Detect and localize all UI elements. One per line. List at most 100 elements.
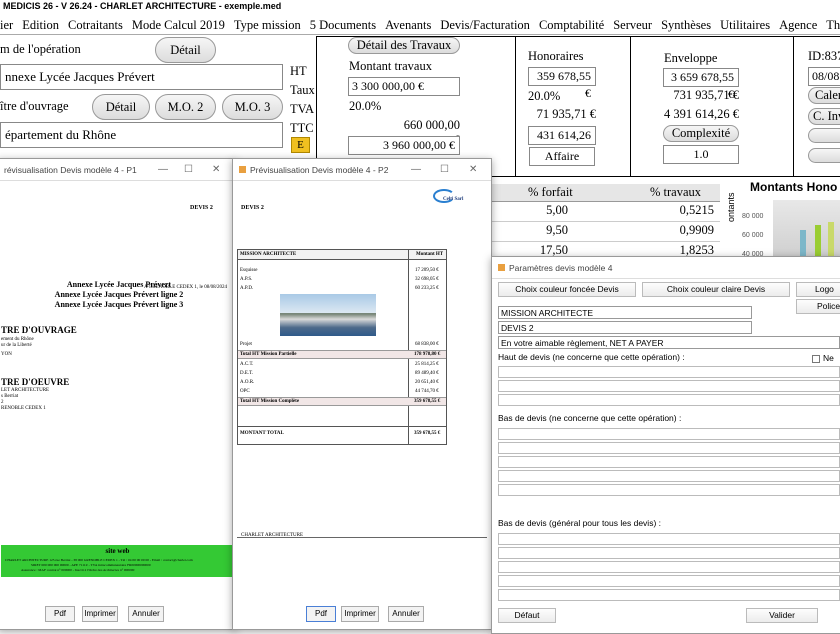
complexite-value[interactable]: 1.0 (663, 145, 739, 164)
taux-label: Taux (290, 83, 315, 97)
bas-line-2[interactable] (498, 442, 840, 454)
menu-utilitaires[interactable]: Utilitaires (720, 18, 770, 32)
enveloppe-ht: 3 659 678,55 € (663, 68, 739, 101)
id-label: ID:837 (808, 49, 840, 63)
mo3-button[interactable]: M.O. 3 (222, 94, 283, 120)
row-label: A.O.R. (240, 380, 255, 385)
logo-button[interactable]: Logo (796, 282, 840, 297)
mo2-button[interactable]: M.O. 2 (155, 94, 216, 120)
haut-line-3[interactable] (498, 394, 840, 406)
preview-p1-window[interactable]: révisualisation Devis modèle 4 - P1 — ☐ … (0, 158, 236, 630)
row-label: A.P.S. (240, 277, 253, 282)
menu-fichier[interactable]: ier (0, 18, 13, 32)
bas-line-4[interactable] (498, 470, 840, 482)
chart-bar (815, 225, 821, 258)
row-ht: 60 233,25 € (415, 286, 439, 291)
p2-cancel-button[interactable]: Annuler (388, 606, 424, 622)
close-icon[interactable]: ✕ (212, 159, 220, 181)
table-header: % forfait % travaux (490, 184, 720, 202)
menu-mode-calcul[interactable]: Mode Calcul 2019 (132, 18, 225, 32)
haut-line-2[interactable] (498, 380, 840, 392)
close-icon[interactable]: ✕ (469, 159, 477, 181)
maximize-icon[interactable]: ☐ (184, 159, 193, 181)
maximize-icon[interactable]: ☐ (440, 159, 449, 181)
general-line-3[interactable] (498, 561, 840, 573)
row-ht: 32 698,05 € (415, 277, 439, 282)
p1-print-button[interactable]: Imprimer (82, 606, 118, 622)
bas-line-3[interactable] (498, 456, 840, 468)
p2-title-bar: Prévisualisation Devis modèle 4 - P2 — ☐… (233, 159, 491, 181)
menu-devis-facturation[interactable]: Devis/Facturation (440, 18, 530, 32)
maitre-ouvrage-field[interactable]: épartement du Rhône (0, 122, 283, 148)
cell: 0,9909 (679, 223, 714, 237)
p2-footer: CHARLET ARCHITECTURE (241, 533, 303, 538)
montant-ht-field[interactable]: 3 300 000,00 € (348, 77, 460, 96)
row-label: D.E.T. (240, 371, 254, 376)
cinv-button[interactable]: C. Inv (808, 108, 840, 125)
col-mission: MISSION ARCHITECTE (240, 252, 297, 257)
haut-line-1[interactable] (498, 366, 840, 378)
menu-agence[interactable]: Agence (779, 18, 817, 32)
row-ht: 359 678,55 € (414, 431, 441, 436)
op-line: Annexe Lycée Jacques Prévert ligne 2 (54, 290, 184, 299)
police-button[interactable]: Police (796, 299, 840, 314)
menu-syntheses[interactable]: Synthèses (661, 18, 711, 32)
cell: 5,00 (546, 203, 568, 217)
general-line-4[interactable] (498, 575, 840, 587)
p1-cancel-button[interactable]: Annuler (128, 606, 164, 622)
detail-travaux-button[interactable]: Détail des Travaux (348, 37, 460, 54)
row-ht: 359 678,55 € (414, 399, 441, 404)
dark-color-button[interactable]: Choix couleur foncée Devis (498, 282, 636, 297)
app-icon (239, 166, 246, 173)
menu-serveur[interactable]: Serveur (613, 18, 652, 32)
bas-line-1[interactable] (498, 428, 840, 440)
row-ht: 89 489,40 € (415, 371, 439, 376)
devis-title-field[interactable]: DEVIS 2 (498, 321, 752, 334)
affaire-button[interactable]: Affaire (529, 147, 595, 166)
menu-edition[interactable]: Edition (22, 18, 59, 32)
calendar-button[interactable]: Calen (808, 87, 840, 104)
payment-text-field[interactable]: En votre aimable règlement, NET A PAYER (498, 336, 840, 349)
operation-field[interactable]: nnexe Lycée Jacques Prévert (0, 64, 283, 90)
tick-label: 80 000 (742, 213, 764, 220)
operation-name-label: m de l'opération (0, 42, 81, 56)
general-line-1[interactable] (498, 533, 840, 545)
table-row[interactable]: 9,50 0,9909 (490, 223, 720, 242)
minimize-icon[interactable]: — (158, 159, 168, 181)
menu-avenants[interactable]: Avenants (385, 18, 431, 32)
row-label: Esquisse (240, 268, 258, 273)
general-line-5[interactable] (498, 589, 840, 601)
extra-button-1[interactable] (808, 128, 840, 143)
complexite-button[interactable]: Complexité (663, 125, 739, 142)
menu-documents[interactable]: 5 Documents (310, 18, 376, 32)
validate-button[interactable]: Valider (746, 608, 818, 623)
footer-line: CHARLET ARCHITECTURE 125 rue Berriat - 3… (5, 558, 193, 562)
p2-pdf-button[interactable]: Pdf (306, 606, 336, 622)
maitre-detail-button[interactable]: Détail (92, 94, 150, 120)
mission-title-field[interactable]: MISSION ARCHITECTE (498, 306, 752, 319)
menu-type-mission[interactable]: Type mission (234, 18, 301, 32)
bas-line-5[interactable] (498, 484, 840, 496)
bas-devis-label: Bas de devis (ne concerne que cette opér… (498, 413, 682, 423)
menu-cotraitants[interactable]: Cotraitants (68, 18, 123, 32)
p2-print-button[interactable]: Imprimer (341, 606, 379, 622)
light-color-button[interactable]: Choix couleur claire Devis (642, 282, 790, 297)
row-label: OPC (240, 389, 250, 394)
general-line-2[interactable] (498, 547, 840, 559)
row-ht: 17 209,50 € (415, 268, 439, 273)
chart-bar (828, 222, 834, 258)
row-ht: 68 838,00 € (415, 342, 439, 347)
minimize-icon[interactable]: — (411, 159, 421, 181)
extra-button-2[interactable] (808, 148, 840, 163)
menu-comptabilite[interactable]: Comptabilité (539, 18, 604, 32)
p1-pdf-button[interactable]: Pdf (45, 606, 75, 622)
e-button[interactable]: E (291, 137, 310, 153)
ne-pas-checkbox[interactable] (812, 355, 820, 363)
table-row[interactable]: 5,00 0,5215 (490, 203, 720, 222)
operation-detail-button[interactable]: Détail (155, 37, 216, 63)
p1-devis: DEVIS 2 (190, 205, 213, 211)
preview-p2-window[interactable]: Prévisualisation Devis modèle 4 - P2 — ☐… (232, 158, 492, 630)
menu-theme[interactable]: Thème (826, 18, 840, 32)
default-button[interactable]: Défaut (498, 608, 556, 623)
row-label: MONTANT TOTAL (240, 431, 284, 436)
